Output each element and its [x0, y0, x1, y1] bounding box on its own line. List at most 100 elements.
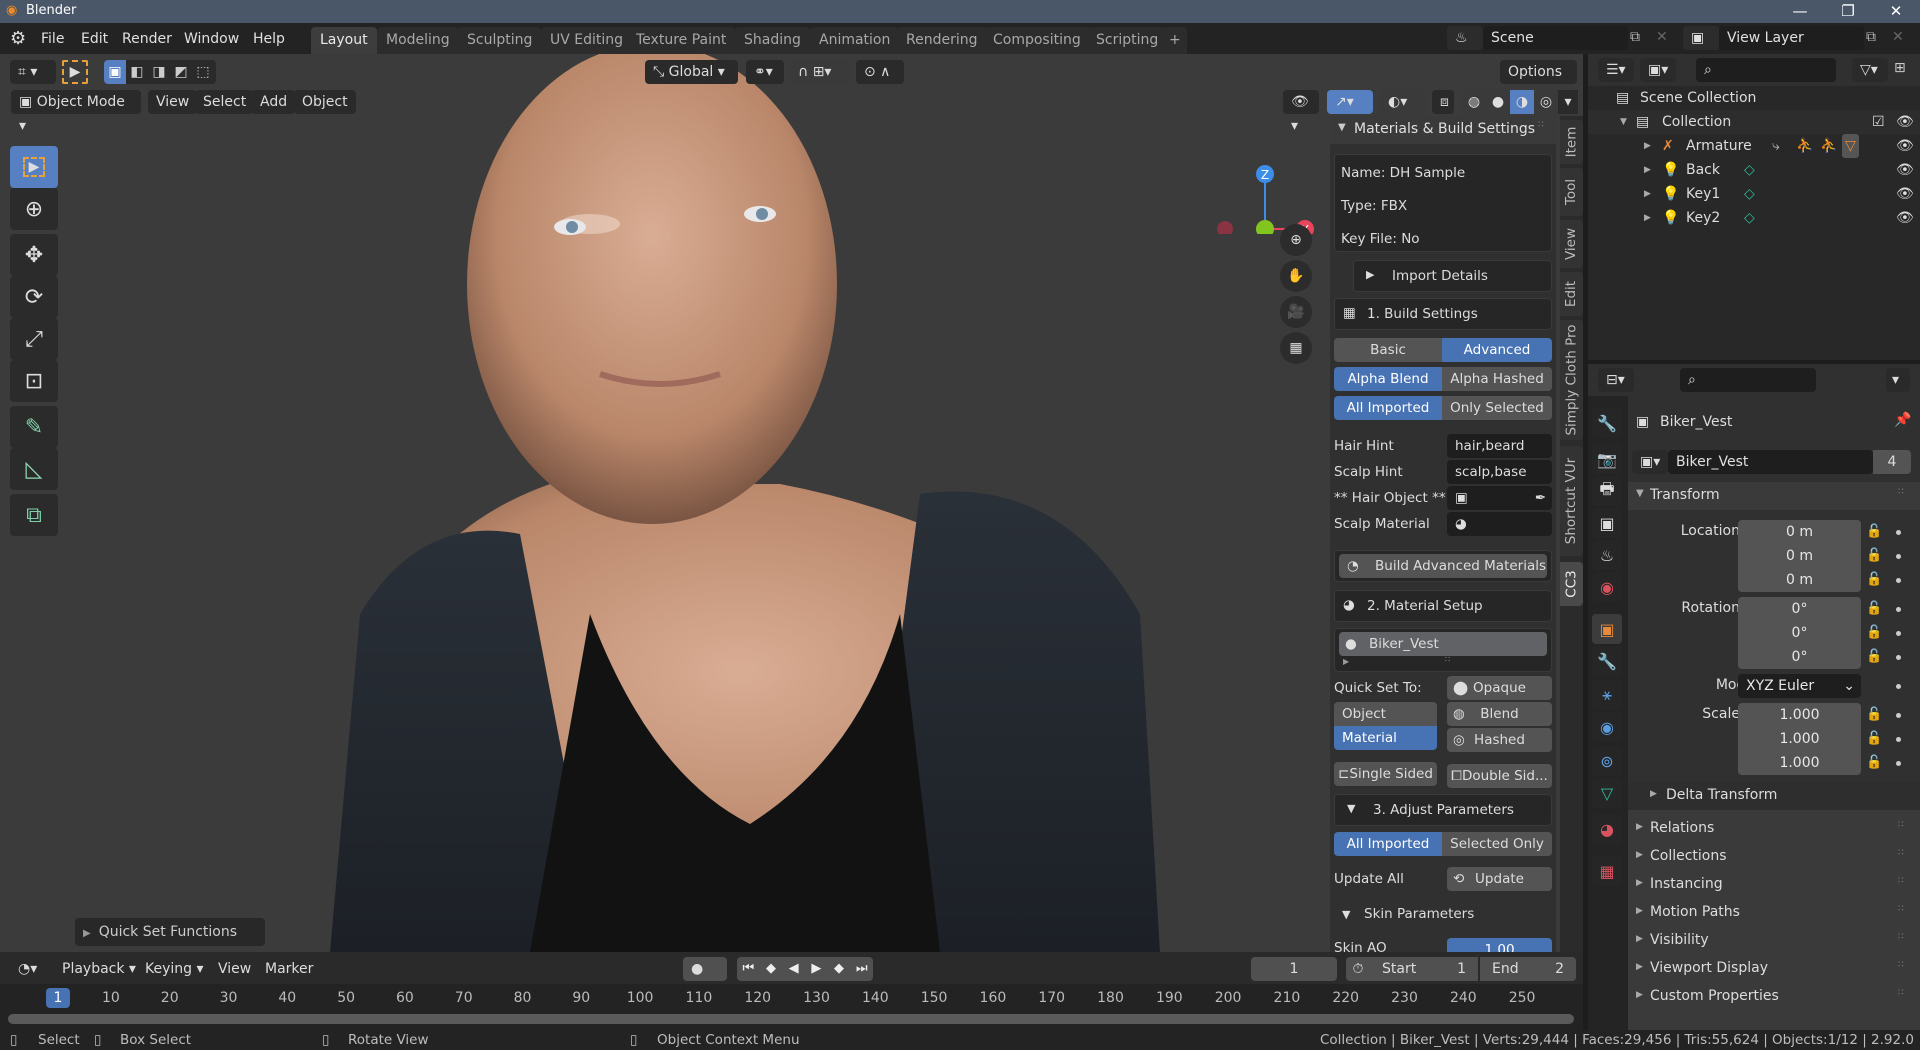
scene-field[interactable]: Scene — [1483, 26, 1628, 50]
keyframe-dot[interactable] — [1896, 684, 1901, 689]
object-name-input[interactable]: Biker_Vest — [1668, 450, 1873, 474]
xray-toggle[interactable]: ⧈ — [1432, 90, 1454, 114]
auto-keying-toggle[interactable]: ● ⌄ — [683, 957, 727, 1001]
lock-icon[interactable]: 🔓 — [1866, 601, 1882, 616]
copy-view-layer-icon[interactable]: ⧉ — [1866, 29, 1876, 45]
object-tab-icon[interactable]: ▣ — [1592, 614, 1622, 644]
sidebar-tab-edit[interactable]: Edit — [1560, 272, 1583, 316]
keyframe-dot[interactable] — [1896, 530, 1901, 535]
tab-texture-paint[interactable]: Texture Paint — [627, 27, 736, 54]
transform-tool[interactable]: ⊡ — [10, 360, 58, 402]
all-imported-button[interactable]: All Imported — [1334, 396, 1442, 420]
expand-list-icon[interactable]: ▶ — [1343, 657, 1349, 666]
view-layer-field[interactable]: View Layer — [1719, 26, 1864, 50]
lock-icon[interactable]: 🔓 — [1866, 755, 1882, 770]
rendered-shading-icon[interactable]: ◎ — [1534, 90, 1558, 114]
add-cube-tool[interactable]: ⧉ — [10, 494, 58, 536]
hashed-button[interactable]: ◎ Hashed — [1447, 728, 1552, 752]
transform-panel-header[interactable]: ▼ Transform ∷ — [1628, 482, 1920, 510]
outliner-search-input[interactable]: ⌕ — [1696, 58, 1836, 82]
display-mode-dropdown[interactable]: ☰▾ — [1598, 58, 1634, 82]
rotation-mode-dropdown[interactable]: XYZ Euler ⌄ — [1738, 674, 1861, 698]
sidebar-tab-simply-cloth-pro[interactable]: Simply Cloth Pro — [1560, 320, 1583, 440]
select-invert-icon[interactable]: ◩ — [170, 60, 192, 84]
hair-object-picker[interactable]: ▣ ✒ — [1447, 486, 1552, 510]
start-frame-field[interactable]: Start 1 — [1370, 957, 1478, 981]
visibility-dropdown[interactable]: 👁▾ — [1283, 90, 1319, 134]
overlay-toggle[interactable]: ◐▾ — [1380, 90, 1426, 114]
constraints-tab-icon[interactable]: ⊚ — [1592, 746, 1622, 776]
user-count[interactable]: 4 — [1873, 450, 1911, 474]
menu-select[interactable]: Select — [195, 90, 255, 114]
play-icon[interactable]: ▶ — [805, 957, 828, 981]
timeline-scrollbar[interactable] — [8, 1014, 1574, 1024]
scale-tool[interactable]: ⤢ — [10, 318, 58, 360]
outliner-item-key1[interactable]: ▶ 💡 Key1 ◇ 👁 — [1588, 182, 1920, 206]
scalp-hint-input[interactable]: scalp,base — [1447, 460, 1552, 484]
eye-icon[interactable]: 👁 — [1896, 110, 1914, 134]
editor-type-button[interactable]: ⌗ ▾ — [10, 60, 56, 84]
object-scope-button[interactable]: Object — [1334, 702, 1437, 726]
scalp-material-picker[interactable]: ◕ — [1447, 512, 1552, 536]
sidebar-tab-shortcut-vur[interactable]: Shortcut VUr — [1560, 446, 1583, 556]
keyframe-dot[interactable] — [1896, 631, 1901, 636]
gizmo-neg-x[interactable] — [1217, 221, 1233, 234]
tab-compositing[interactable]: Compositing — [984, 27, 1090, 54]
expand-icon[interactable]: ▶ — [1644, 134, 1651, 158]
lock-icon[interactable]: 🔓 — [1866, 649, 1882, 664]
marker-menu[interactable]: Marker — [265, 961, 313, 977]
add-workspace-button[interactable]: + — [1163, 27, 1187, 54]
wireframe-shading-icon[interactable]: ◍ — [1462, 90, 1486, 114]
delete-view-layer-icon[interactable]: ✕ — [1892, 29, 1904, 45]
object-mode-dropdown[interactable]: ▣ Object Mode ▾ — [11, 90, 141, 134]
outliner-item-armature[interactable]: ▶ ✗ Armature ⤷ ⛹ ⛹ ▽ 👁 — [1588, 134, 1920, 158]
drag-handle-icon[interactable]: ∷ — [1898, 848, 1904, 858]
hair-hint-input[interactable]: hair,beard — [1447, 434, 1552, 458]
lock-icon[interactable]: 🔓 — [1866, 625, 1882, 640]
drag-handle-icon[interactable]: ∷ — [1538, 120, 1544, 130]
cursor-tool[interactable]: ⊕ — [10, 188, 58, 230]
jump-end-icon[interactable]: ⏭ — [850, 957, 873, 981]
expand-icon[interactable]: ▶ — [1644, 182, 1651, 206]
basic-button[interactable]: Basic — [1334, 338, 1442, 362]
copy-scene-icon[interactable]: ⧉ — [1630, 29, 1640, 45]
section-instancing[interactable]: ▶ Instancing ∷ — [1628, 874, 1920, 898]
sidebar-tab-tool[interactable]: Tool — [1560, 168, 1583, 216]
update-button[interactable]: ⟲ Update — [1447, 867, 1552, 891]
scene-selector-button[interactable]: ♨ — [1447, 26, 1483, 50]
outliner-item-back[interactable]: ▶ 💡 Back ◇ 👁 — [1588, 158, 1920, 182]
drag-handle-icon[interactable]: ∷ — [1898, 988, 1904, 998]
menu-render[interactable]: Render — [115, 28, 179, 50]
measure-tool[interactable]: ◺ — [10, 448, 58, 490]
move-tool[interactable]: ✥ — [10, 234, 58, 276]
jump-start-icon[interactable]: ⏮ — [737, 957, 760, 981]
rotation-z-field[interactable]: 0° — [1738, 645, 1861, 669]
skin-ao-slider[interactable]: 1.00 — [1447, 938, 1552, 952]
pin-icon[interactable]: 📌 — [1894, 412, 1911, 428]
outliner-scene-collection[interactable]: ▤ Scene Collection — [1588, 86, 1920, 110]
blender-menu-icon[interactable]: ⚙ — [10, 28, 26, 49]
shading-options-icon[interactable]: ▾ — [1558, 90, 1578, 114]
view-layer-dropdown[interactable]: ▣▾ — [1640, 58, 1676, 82]
ortho-toggle-icon[interactable]: ▦ — [1280, 332, 1312, 364]
scene-tab-icon[interactable]: ♨ — [1592, 540, 1622, 570]
navigation-gizmo[interactable]: Z X — [1210, 124, 1330, 234]
lock-icon[interactable]: 🔓 — [1866, 572, 1882, 587]
sidebar-tab-view[interactable]: View — [1560, 220, 1583, 268]
menu-add[interactable]: Add — [252, 90, 296, 114]
rotate-tool[interactable]: ⟳ — [10, 276, 58, 318]
solid-shading-icon[interactable]: ● — [1486, 90, 1510, 114]
advanced-button[interactable]: Advanced — [1442, 338, 1552, 362]
active-tool-icon[interactable]: ▶ — [62, 60, 88, 84]
options-dropdown[interactable]: Options ▾ — [1500, 60, 1577, 104]
keyframe-dot[interactable] — [1896, 737, 1901, 742]
filter-dropdown[interactable]: ▽▾ — [1852, 58, 1888, 82]
end-frame-field[interactable]: End 2 — [1480, 957, 1576, 981]
physics-tab-icon[interactable]: ◉ — [1592, 712, 1622, 742]
transform-orientation-dropdown[interactable]: ⤡ Global ▾ — [645, 60, 738, 84]
opaque-button[interactable]: ⬤ Opaque — [1447, 676, 1552, 700]
only-selected-button[interactable]: Only Selected — [1442, 396, 1552, 420]
timeline-view-menu[interactable]: View — [218, 961, 251, 977]
rotation-x-field[interactable]: 0° — [1738, 597, 1861, 621]
lock-icon[interactable]: 🔓 — [1866, 707, 1882, 722]
